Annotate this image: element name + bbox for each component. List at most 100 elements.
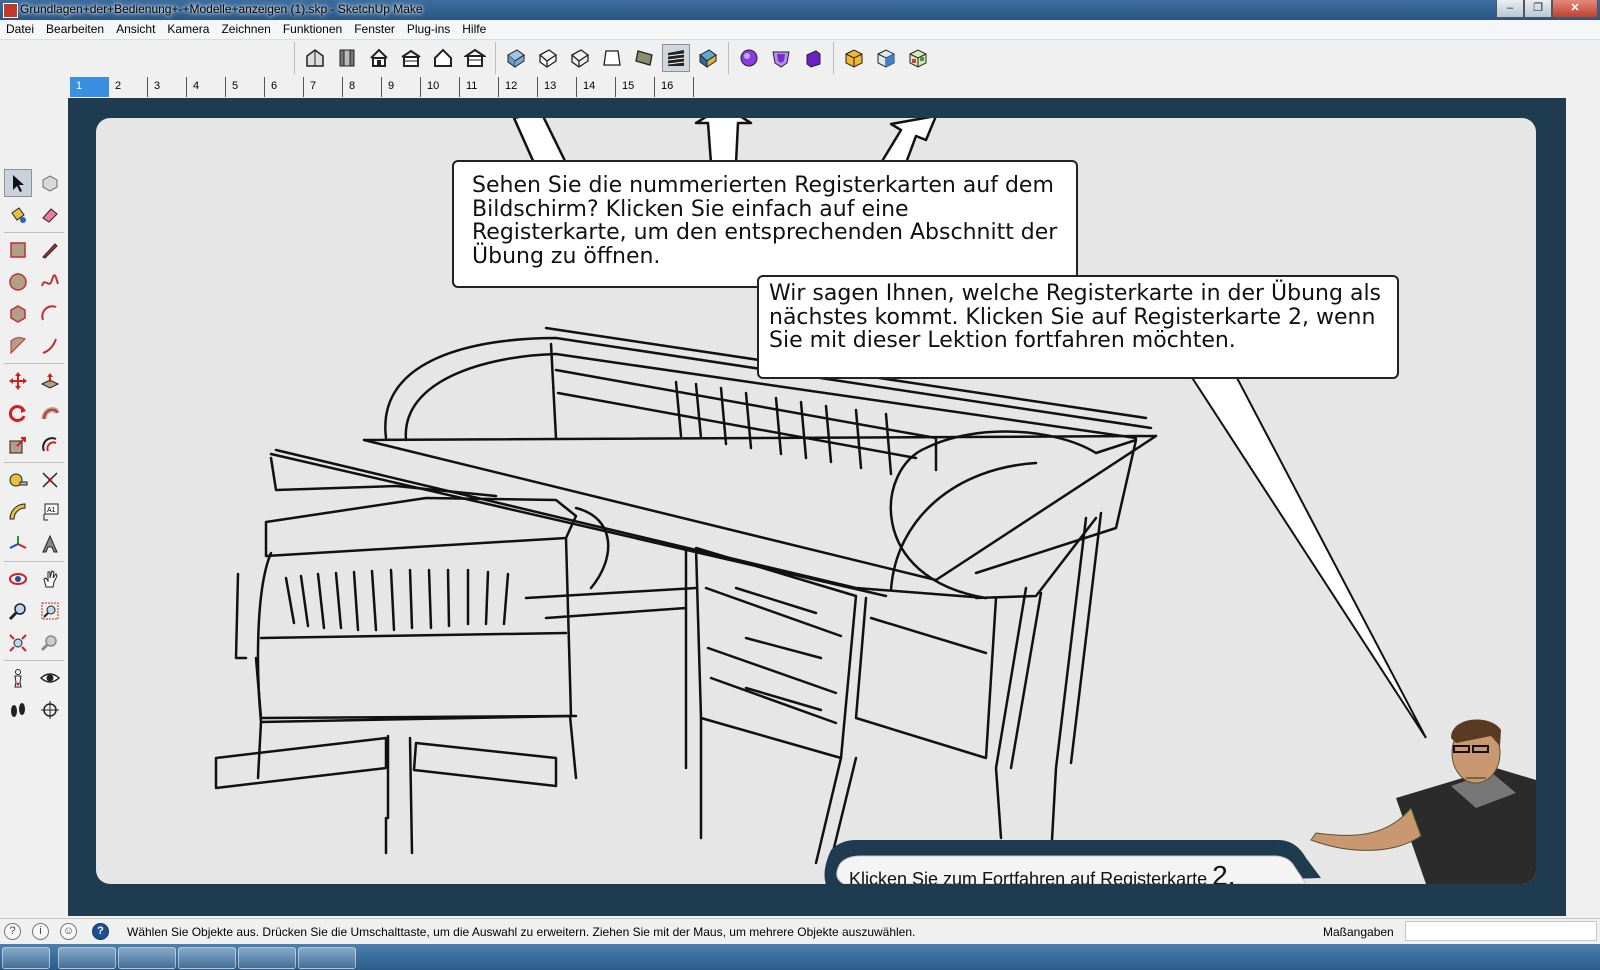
pan-icon[interactable]	[36, 565, 64, 593]
back-view-icon[interactable]	[429, 44, 457, 72]
minimize-button[interactable]: –	[1496, 0, 1524, 18]
section-plane-icon[interactable]	[36, 696, 64, 724]
polygon-icon[interactable]	[4, 300, 32, 328]
menu-kamera[interactable]: Kamera	[161, 20, 215, 36]
back-edges-icon[interactable]	[534, 44, 562, 72]
styles-toolbar-group	[495, 42, 728, 74]
taskbar-item-sketchup[interactable]	[298, 947, 356, 969]
scene-tab-12[interactable]: 12	[499, 77, 538, 97]
text-icon[interactable]: A1	[36, 498, 64, 526]
scale-icon[interactable]	[4, 431, 32, 459]
3d-text-icon[interactable]	[36, 530, 64, 558]
axes-icon[interactable]	[4, 530, 32, 558]
offset-icon[interactable]	[36, 431, 64, 459]
scene-tab-10[interactable]: 10	[421, 77, 460, 97]
select-icon[interactable]	[4, 169, 32, 197]
scene-tab-16[interactable]: 16	[655, 77, 694, 97]
menu-fenster[interactable]: Fenster	[348, 20, 401, 36]
rotate-icon[interactable]	[4, 399, 32, 427]
scene-tab-4[interactable]: 4	[187, 77, 226, 97]
protractor-icon[interactable]	[4, 498, 32, 526]
push-pull-icon[interactable]	[36, 367, 64, 395]
rectangle-icon[interactable]	[4, 236, 32, 264]
iso-view-icon[interactable]	[301, 44, 329, 72]
front-view-icon[interactable]	[365, 44, 393, 72]
continue-instruction-text: Klicken Sie zum Fortfahren auf Registerk…	[849, 869, 1208, 884]
monochrome-icon[interactable]	[694, 44, 722, 72]
scene-tab-11[interactable]: 11	[460, 77, 499, 97]
scene-tab-2[interactable]: 2	[109, 77, 148, 97]
taskbar-item[interactable]	[178, 947, 236, 969]
share-model-icon[interactable]	[872, 44, 900, 72]
orbit-icon[interactable]	[4, 565, 32, 593]
scene-tab-15[interactable]: 15	[616, 77, 655, 97]
svg-text:A1: A1	[47, 507, 56, 514]
move-icon[interactable]	[4, 367, 32, 395]
left-view-icon[interactable]	[461, 44, 489, 72]
menu-datei[interactable]: Datei	[0, 20, 40, 36]
scene-tab-1[interactable]: 1	[70, 77, 109, 97]
freehand-icon[interactable]	[36, 268, 64, 296]
taskbar-item[interactable]	[238, 947, 296, 969]
status-bar: ? i ☺ ? Wählen Sie Objekte aus. Drücken …	[0, 918, 1600, 944]
close-button[interactable]: ✕	[1552, 0, 1598, 18]
taskbar-item[interactable]	[118, 947, 176, 969]
intersect-icon[interactable]	[767, 44, 795, 72]
restore-button[interactable]: ❐	[1524, 0, 1552, 18]
zoom-window-icon[interactable]	[36, 597, 64, 625]
user-account-icon[interactable]: ☺	[60, 923, 77, 940]
help-icon[interactable]: ?	[92, 923, 109, 940]
shaded-textures-icon[interactable]	[662, 44, 690, 72]
eraser-icon[interactable]	[36, 201, 64, 229]
top-view-icon[interactable]	[333, 44, 361, 72]
dimension-icon[interactable]	[36, 466, 64, 494]
make-component-icon[interactable]	[36, 169, 64, 197]
subtract-icon[interactable]	[799, 44, 827, 72]
arc-3pt-icon[interactable]	[36, 332, 64, 360]
zoom-extents-icon[interactable]	[4, 629, 32, 657]
position-camera-icon[interactable]	[4, 664, 32, 692]
geo-location-icon[interactable]: ?	[4, 923, 21, 940]
paint-bucket-icon[interactable]	[4, 201, 32, 229]
look-around-icon[interactable]	[36, 664, 64, 692]
menu-plug-ins[interactable]: Plug-ins	[401, 20, 456, 36]
follow-me-icon[interactable]	[36, 399, 64, 427]
walk-icon[interactable]	[4, 696, 32, 724]
start-button[interactable]	[2, 947, 50, 969]
scene-tab-14[interactable]: 14	[577, 77, 616, 97]
model-viewport[interactable]: Sehen Sie die nummerierten Registerkarte…	[68, 98, 1566, 916]
next-tab-bubble: Wir sagen Ihnen, welche Registerkarte in…	[757, 275, 1399, 379]
menu-ansicht[interactable]: Ansicht	[110, 20, 161, 36]
shaded-icon[interactable]	[630, 44, 658, 72]
menu-zeichnen[interactable]: Zeichnen	[215, 20, 276, 36]
components-icon[interactable]	[904, 44, 932, 72]
circle-icon[interactable]	[4, 268, 32, 296]
arc-icon[interactable]	[36, 300, 64, 328]
scene-tab-3[interactable]: 3	[148, 77, 187, 97]
right-view-icon[interactable]	[397, 44, 425, 72]
scene-tab-8[interactable]: 8	[343, 77, 382, 97]
scene-tab-13[interactable]: 13	[538, 77, 577, 97]
hidden-line-icon[interactable]	[598, 44, 626, 72]
wireframe-icon[interactable]	[566, 44, 594, 72]
pie-icon[interactable]	[4, 332, 32, 360]
pencil-icon[interactable]	[36, 236, 64, 264]
taskbar-item[interactable]	[58, 947, 116, 969]
tabs-info-bubble: Sehen Sie die nummerierten Registerkarte…	[452, 160, 1078, 288]
taskbar	[0, 944, 1600, 970]
tape-measure-icon[interactable]	[4, 466, 32, 494]
scene-tab-9[interactable]: 9	[382, 77, 421, 97]
scene-tab-5[interactable]: 5	[226, 77, 265, 97]
menu-bearbeiten[interactable]: Bearbeiten	[40, 20, 110, 36]
zoom-icon[interactable]	[4, 597, 32, 625]
union-icon[interactable]	[735, 44, 763, 72]
warehouse-icon[interactable]	[840, 44, 868, 72]
info-credits-icon[interactable]: i	[32, 923, 49, 940]
measurements-input[interactable]	[1405, 921, 1597, 941]
scene-tab-6[interactable]: 6	[265, 77, 304, 97]
menu-funktionen[interactable]: Funktionen	[277, 20, 348, 36]
previous-view-icon[interactable]	[36, 629, 64, 657]
scene-tab-7[interactable]: 7	[304, 77, 343, 97]
menu-hilfe[interactable]: Hilfe	[456, 20, 492, 36]
xray-icon[interactable]	[502, 44, 530, 72]
